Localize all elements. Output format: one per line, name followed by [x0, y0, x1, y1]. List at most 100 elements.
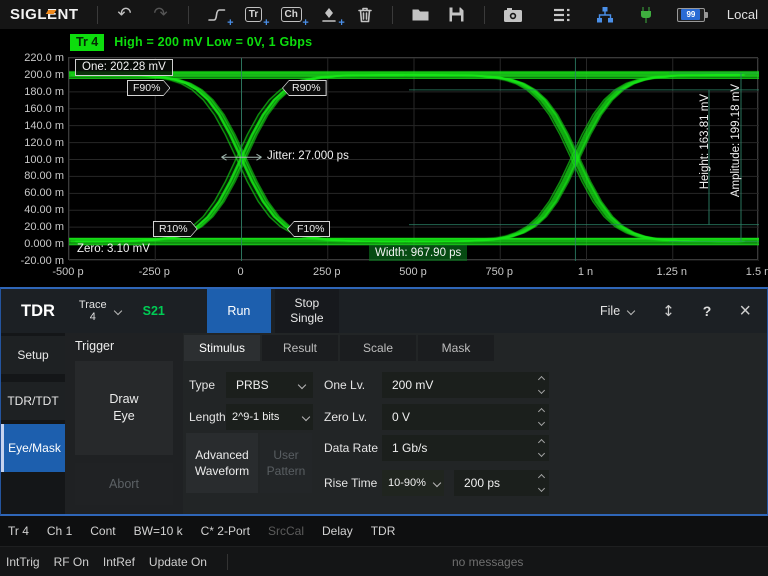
eye-diagram-plot[interactable]: One: 202.28 mV F90% R90% Jitter: 27.000 … [68, 57, 758, 260]
menu-list-button[interactable] [553, 3, 573, 27]
data-rate-stepper[interactable] [539, 435, 544, 461]
f10-marker[interactable]: F10% [287, 221, 330, 237]
type-label: Type [189, 372, 215, 398]
x-tick-label: -500 p [52, 266, 83, 278]
zero-level-stepper[interactable] [539, 404, 544, 430]
abort-button[interactable]: Abort [75, 463, 173, 505]
run-button[interactable]: Run [207, 289, 271, 333]
amplitude-annotation: Amplitude: 199.18 mV [730, 84, 742, 197]
sidebar-item-tdr-tdt[interactable]: TDR/TDT [1, 382, 65, 420]
x-tick-label: 250 p [313, 266, 341, 278]
power-plug-icon[interactable] [637, 3, 655, 27]
tab-scale[interactable]: Scale [340, 335, 416, 361]
chevron-down-icon [113, 307, 121, 315]
tab-result[interactable]: Result [262, 335, 338, 361]
add-step-button[interactable]: + [207, 3, 227, 27]
status-cal[interactable]: C* 2-Port [201, 524, 250, 538]
s-parameter-label[interactable]: S21 [143, 304, 165, 318]
y-tick-label: 220.0 m [24, 52, 64, 64]
trace-selector-dropdown[interactable]: Trace 4 [79, 299, 121, 323]
screenshot-button[interactable] [503, 3, 523, 27]
close-panel-button[interactable]: × [739, 301, 751, 321]
advanced-waveform-button[interactable]: Advanced Waveform [186, 433, 258, 493]
chevron-down-icon [298, 381, 306, 389]
trigger-heading: Trigger [75, 339, 114, 353]
chevron-down-icon [302, 413, 310, 421]
one-level-annotation: One: 202.28 mV [75, 59, 173, 76]
data-rate-field[interactable]: 1 Gb/s [382, 435, 549, 461]
trace-badge[interactable]: Tr 4 [70, 34, 104, 51]
tab-mask[interactable]: Mask [418, 335, 494, 361]
r10-marker[interactable]: R10% [153, 221, 198, 237]
x-tick-label: 1.25 n [656, 266, 687, 278]
delete-button[interactable] [356, 3, 374, 27]
channel-status-bar: Tr 4 Ch 1 Cont BW=10 k C* 2-Port SrcCal … [0, 516, 768, 546]
trace-summary: High = 200 mV Low = 0V, 1 Gbps [114, 35, 312, 49]
y-tick-label: 60.00 m [24, 187, 64, 199]
zero-level-field[interactable]: 0 V [382, 404, 549, 430]
open-file-button[interactable] [411, 3, 430, 27]
one-level-label: One Lv. [324, 372, 365, 398]
x-tick-label: 500 p [399, 266, 427, 278]
y-tick-label: 160.0 m [24, 103, 64, 115]
status-delay[interactable]: Delay [322, 524, 353, 538]
data-rate-label: Data Rate [324, 435, 378, 461]
chevron-down-icon [627, 307, 635, 315]
file-dropdown[interactable]: File [600, 304, 634, 318]
panel-header: TDR Trace 4 S21 Run Stop Single File ↕ ?… [1, 289, 767, 333]
help-button[interactable]: ? [703, 303, 712, 319]
panel-body: Setup TDR/TDT Eye/Mask Trigger Draw Eye … [1, 333, 767, 514]
tab-stimulus[interactable]: Stimulus [184, 335, 260, 361]
stop-single-button[interactable]: Stop Single [275, 289, 339, 333]
status-update[interactable]: Update On [149, 555, 207, 569]
instrument-screen: SIGLENT ↶ ↷ + Tr+ Ch+ + [0, 0, 768, 576]
toolbar-separator [97, 6, 98, 24]
r90-marker[interactable]: R90% [282, 80, 327, 96]
rise-time-field[interactable]: 200 ps [454, 470, 549, 496]
rise-time-stepper[interactable] [539, 470, 544, 496]
status-trace[interactable]: Tr 4 [8, 524, 29, 538]
status-tdr[interactable]: TDR [371, 524, 396, 538]
zero-level-label: Zero Lv. [324, 404, 367, 430]
add-trace-button[interactable]: Tr+ [245, 3, 263, 27]
x-tick-label: -250 p [139, 266, 170, 278]
y-tick-label: 120.0 m [24, 137, 64, 149]
user-pattern-button[interactable]: User Pattern [260, 433, 312, 493]
jitter-annotation: Jitter: 27.000 ps [267, 150, 349, 162]
local-remote-button[interactable]: Local [727, 7, 758, 22]
draw-eye-button[interactable]: Draw Eye [75, 361, 173, 455]
status-inttrig[interactable]: IntTrig [6, 555, 40, 569]
one-level-stepper[interactable] [539, 372, 544, 398]
rise-time-label: Rise Time [324, 470, 377, 496]
redo-button[interactable]: ↷ [152, 3, 170, 27]
toolbar-separator [188, 6, 189, 24]
resize-panel-button[interactable]: ↕ [662, 302, 675, 320]
save-button[interactable] [448, 3, 466, 27]
type-dropdown[interactable]: PRBS [226, 372, 313, 398]
status-cont[interactable]: Cont [90, 524, 115, 538]
f90-marker[interactable]: F90% [127, 80, 170, 96]
one-level-field[interactable]: 200 mV [382, 372, 549, 398]
rise-time-dropdown[interactable]: 10-90% [382, 470, 444, 496]
width-annotation: Width: 967.90 ps [369, 245, 467, 261]
status-rf[interactable]: RF On [54, 555, 89, 569]
battery-indicator: 99 [677, 8, 705, 22]
add-marker-button[interactable]: + [320, 3, 338, 27]
length-dropdown[interactable]: 2^9-1 bits [226, 404, 313, 430]
status-intref[interactable]: IntRef [103, 555, 135, 569]
status-bandwidth[interactable]: BW=10 k [134, 524, 183, 538]
sidebar-item-setup[interactable]: Setup [1, 336, 65, 374]
toolbar-separator [484, 6, 485, 24]
sidebar-item-eye-mask[interactable]: Eye/Mask [1, 424, 65, 472]
y-tick-label: 40.00 m [24, 204, 64, 216]
status-srccal[interactable]: SrcCal [268, 524, 304, 538]
x-tick-label: 750 p [485, 266, 513, 278]
toolbar-separator [392, 6, 393, 24]
status-channel[interactable]: Ch 1 [47, 524, 72, 538]
undo-button[interactable]: ↶ [116, 3, 134, 27]
network-icon[interactable] [595, 3, 615, 27]
top-toolbar: SIGLENT ↶ ↷ + Tr+ Ch+ + [0, 0, 768, 30]
add-channel-button[interactable]: Ch+ [281, 3, 302, 27]
zero-level-annotation: Zero: 3.10 mV [77, 243, 150, 255]
y-tick-label: 200.0 m [24, 69, 64, 81]
